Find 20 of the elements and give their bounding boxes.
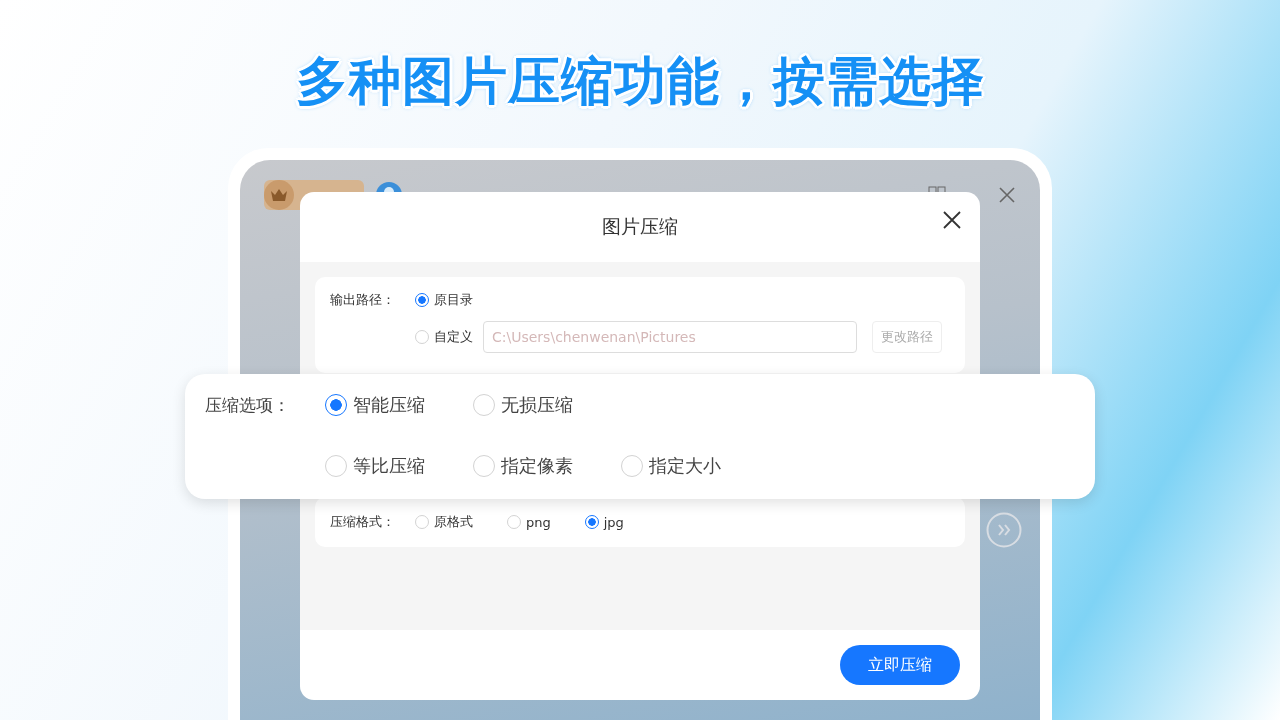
- radio-option[interactable]: 原格式: [415, 513, 473, 531]
- radio-option[interactable]: 智能压缩: [325, 393, 473, 417]
- compression-options-label: 压缩选项：: [205, 393, 291, 417]
- crown-icon: [270, 188, 288, 202]
- compress-button[interactable]: 立即压缩: [840, 645, 960, 685]
- radio-option[interactable]: jpg: [584, 514, 624, 530]
- radio-option[interactable]: 指定像素: [473, 454, 621, 478]
- close-button[interactable]: [942, 210, 962, 230]
- radio-option[interactable]: 原目录: [415, 291, 473, 309]
- format-label: 压缩格式：: [330, 513, 396, 531]
- close-icon: [942, 210, 962, 230]
- output-path-label: 输出路径：: [330, 291, 396, 309]
- radio-option[interactable]: png: [507, 514, 551, 530]
- dialog-title: 图片压缩: [602, 214, 678, 239]
- radio-option[interactable]: 等比压缩: [325, 454, 473, 478]
- radio-option[interactable]: 指定大小: [621, 454, 769, 478]
- radio-option[interactable]: 无损压缩: [473, 393, 621, 417]
- headline: 多种图片压缩功能，按需选择: [295, 50, 985, 112]
- radio-option[interactable]: 自定义: [415, 328, 473, 346]
- close-icon[interactable]: [998, 186, 1016, 204]
